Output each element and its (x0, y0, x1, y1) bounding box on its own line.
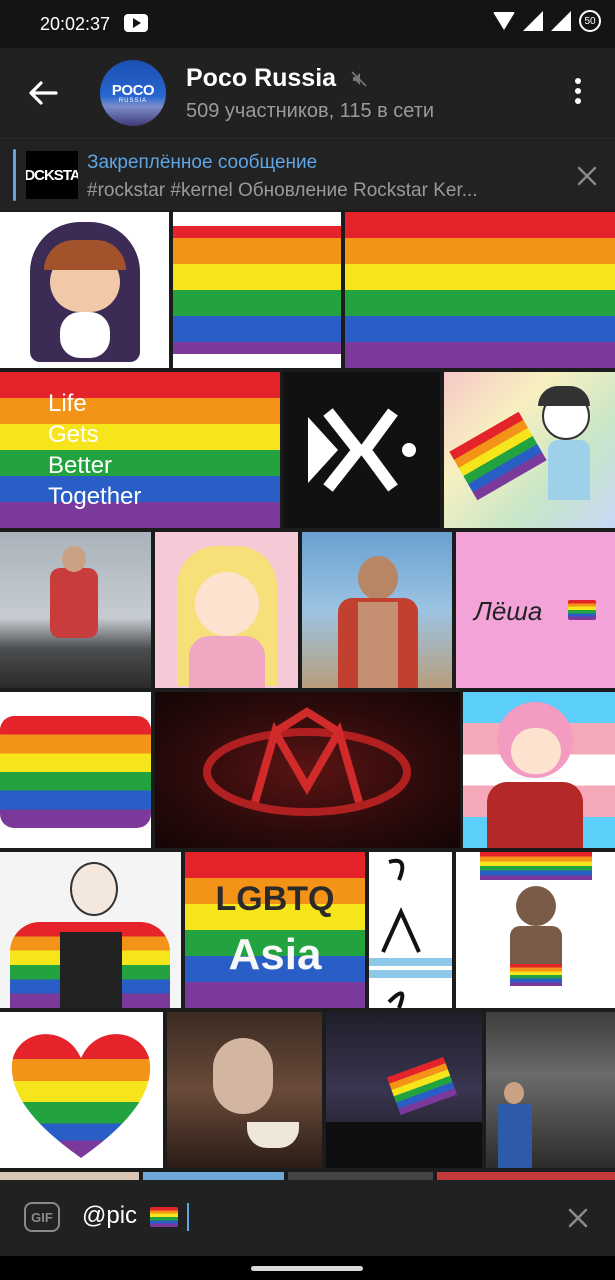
signal-icon-2 (551, 11, 571, 31)
overlay-line: Life (48, 390, 87, 417)
result-image[interactable] (326, 1012, 482, 1168)
result-image[interactable] (456, 852, 615, 1008)
result-image[interactable] (463, 692, 615, 848)
result-image[interactable] (173, 212, 341, 368)
result-image[interactable] (288, 1172, 433, 1180)
message-input[interactable]: @pic (82, 1202, 190, 1231)
wifi-icon (493, 12, 515, 30)
overlay-line: Better (48, 452, 113, 479)
result-image[interactable] (437, 1172, 615, 1180)
pinned-accent-bar (13, 149, 16, 201)
emblem-icon (203, 707, 411, 816)
pinned-title: Закреплённое сообщение (87, 152, 318, 173)
result-image[interactable] (155, 692, 460, 848)
avatar-logo-subtext: RUSSIA (118, 98, 148, 104)
close-icon[interactable] (576, 165, 598, 187)
overlay-line: Together (48, 483, 142, 510)
battery-icon: 50 (579, 10, 601, 32)
result-image[interactable] (0, 852, 181, 1008)
pinned-thumbnail: DCKSTA (26, 151, 78, 199)
result-image[interactable] (486, 1012, 615, 1168)
result-image[interactable] (369, 852, 452, 1008)
rainbow-flag-emoji (149, 1206, 178, 1227)
result-caption: Asia (228, 930, 322, 979)
inline-results-grid: Life Gets Better Together Лёша LGBTQ Asi… (0, 210, 615, 1180)
avatar-logo-text: POCO (111, 82, 155, 99)
home-gesture-pill[interactable] (251, 1266, 363, 1271)
mute-icon (351, 71, 367, 87)
more-vert-icon[interactable] (566, 78, 590, 110)
system-nav-bar (0, 1256, 615, 1280)
close-icon[interactable] (566, 1206, 590, 1230)
gif-icon[interactable]: GIF (24, 1202, 60, 1232)
signal-icon (523, 11, 543, 31)
result-image[interactable] (0, 532, 151, 688)
back-arrow-icon[interactable] (26, 78, 60, 108)
result-caption: LGBTQ (215, 880, 335, 918)
result-image[interactable]: LGBTQ Asia (185, 852, 365, 1008)
pinned-text: #rockstar #kernel Обновление Rockstar Ke… (87, 180, 478, 201)
result-image[interactable]: Лёша (456, 532, 615, 688)
result-image[interactable] (155, 532, 298, 688)
text-caret (187, 1202, 190, 1231)
result-image[interactable] (283, 372, 440, 528)
result-image[interactable] (345, 212, 615, 368)
chat-title[interactable]: Poco Russia (186, 64, 336, 93)
result-caption: Лёша (474, 596, 543, 626)
result-image[interactable] (0, 1172, 139, 1180)
letters-art-icon (369, 858, 452, 1008)
pinned-message[interactable]: DCKSTA Закреплённое сообщение #rockstar … (0, 138, 615, 211)
message-input-bar: GIF @pic (0, 1180, 615, 1256)
result-image[interactable]: Life Gets Better Together (0, 372, 280, 528)
chat-avatar[interactable]: POCO RUSSIA (100, 60, 166, 126)
message-input-text: @pic (82, 1202, 138, 1229)
status-bar: 20:02:37 50 (0, 0, 615, 48)
result-image[interactable] (0, 1012, 163, 1168)
result-image[interactable] (167, 1012, 322, 1168)
heart-icon (11, 1034, 151, 1158)
chat-subtitle: 509 участников, 115 в сети (186, 100, 435, 122)
status-time: 20:02:37 (40, 14, 111, 34)
result-image[interactable] (0, 212, 169, 368)
result-image[interactable] (143, 1172, 284, 1180)
dk-logo-icon (308, 408, 416, 492)
result-image[interactable] (0, 692, 151, 848)
overlay-line: Gets (48, 421, 99, 448)
youtube-notification-icon (124, 14, 148, 32)
result-image[interactable] (302, 532, 452, 688)
result-image[interactable] (444, 372, 615, 528)
chat-header: POCO RUSSIA Poco Russia 509 участников, … (0, 48, 615, 138)
